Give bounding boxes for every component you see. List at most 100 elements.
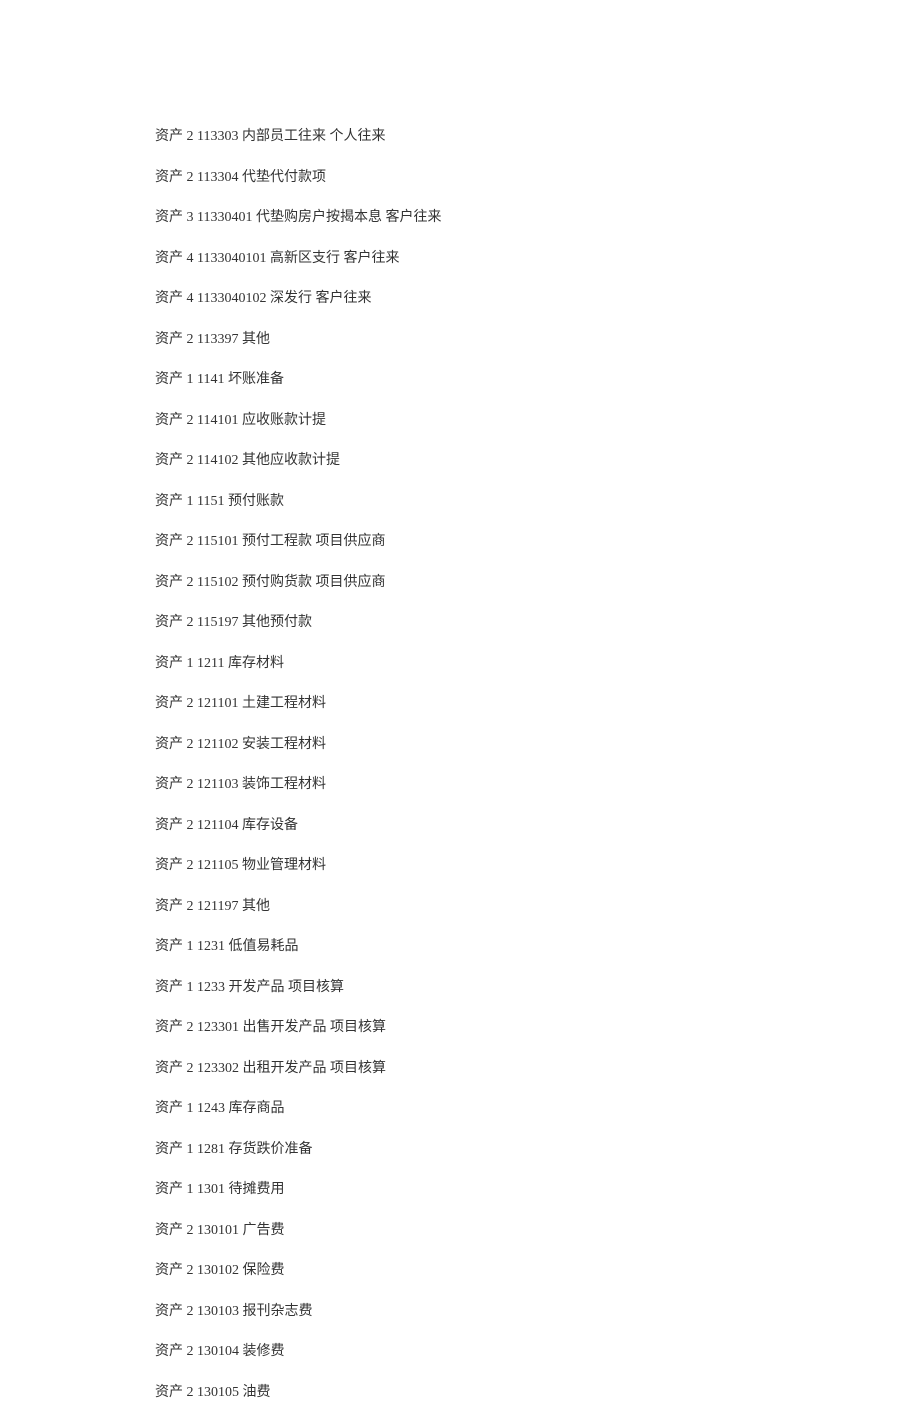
entry-code: 121103: [197, 777, 238, 792]
account-entry: 资产 2 121197 其他: [155, 900, 920, 914]
entry-level: 2: [187, 696, 194, 711]
entry-name: 内部员工往来: [242, 129, 326, 144]
entry-code: 11330401: [197, 210, 252, 225]
entry-level: 2: [187, 1061, 194, 1076]
entry-code: 121102: [197, 737, 238, 752]
entry-code: 1151: [197, 494, 224, 509]
entry-level: 1: [187, 372, 194, 387]
entry-name: 其他: [242, 899, 270, 914]
entry-level: 2: [187, 332, 194, 347]
entry-level: 2: [187, 1263, 194, 1278]
entry-level: 4: [187, 251, 194, 266]
entry-name: 库存设备: [242, 818, 298, 833]
entry-level: 2: [187, 858, 194, 873]
entry-code: 1243: [197, 1101, 225, 1116]
entry-aux: 个人往来: [329, 129, 385, 144]
entry-category: 资产: [155, 372, 183, 387]
entry-category: 资产: [155, 1344, 183, 1359]
entry-category: 资产: [155, 696, 183, 711]
entry-aux: 项目核算: [330, 1020, 386, 1035]
entry-level: 2: [187, 1385, 194, 1400]
account-entry: 资产 2 115102 预付购货款 项目供应商: [155, 576, 920, 590]
account-entry: 资产 1 1211 库存材料: [155, 657, 920, 671]
entry-level: 2: [187, 1344, 194, 1359]
entry-aux: 客户往来: [343, 251, 399, 266]
entry-code: 113304: [197, 170, 238, 185]
account-entry: 资产 2 113397 其他: [155, 333, 920, 347]
account-entry: 资产 2 130105 油费: [155, 1386, 920, 1400]
entry-code: 113303: [197, 129, 238, 144]
entry-code: 1231: [197, 939, 225, 954]
account-entry: 资产 2 114102 其他应收款计提: [155, 454, 920, 468]
entry-name: 广告费: [243, 1223, 285, 1238]
entry-code: 121101: [197, 696, 238, 711]
entry-category: 资产: [155, 575, 183, 590]
entry-name: 装饰工程材料: [242, 777, 326, 792]
entry-level: 2: [187, 1304, 194, 1319]
entry-code: 121197: [197, 899, 238, 914]
entry-level: 2: [187, 899, 194, 914]
account-entry: 资产 1 1243 库存商品: [155, 1102, 920, 1116]
entry-level: 2: [187, 413, 194, 428]
entry-code: 121104: [197, 818, 238, 833]
entry-name: 应收账款计提: [242, 413, 326, 428]
entry-name: 深发行: [270, 291, 312, 306]
entry-code: 130102: [197, 1263, 239, 1278]
entry-code: 1301: [197, 1182, 225, 1197]
account-entry: 资产 2 121101 土建工程材料: [155, 697, 920, 711]
entry-code: 114102: [197, 453, 238, 468]
account-entry: 资产 1 1151 预付账款: [155, 495, 920, 509]
entry-code: 121105: [197, 858, 238, 873]
entry-name: 存货跌价准备: [229, 1142, 313, 1157]
entry-category: 资产: [155, 534, 183, 549]
entry-category: 资产: [155, 210, 183, 225]
entry-category: 资产: [155, 1223, 183, 1238]
entry-level: 1: [187, 494, 194, 509]
account-entry: 资产 2 121102 安装工程材料: [155, 738, 920, 752]
entry-level: 1: [187, 656, 194, 671]
entry-name: 代垫代付款项: [242, 170, 326, 185]
entry-category: 资产: [155, 494, 183, 509]
entry-name: 其他应收款计提: [242, 453, 340, 468]
entry-code: 130103: [197, 1304, 239, 1319]
entry-level: 2: [187, 453, 194, 468]
account-entry: 资产 3 11330401 代垫购房户按揭本息 客户往来: [155, 211, 920, 225]
entry-level: 1: [187, 1182, 194, 1197]
entry-level: 2: [187, 575, 194, 590]
entry-level: 2: [187, 615, 194, 630]
account-entry: 资产 2 121103 装饰工程材料: [155, 778, 920, 792]
entry-code: 115102: [197, 575, 238, 590]
entry-code: 1133040101: [197, 251, 266, 266]
entry-category: 资产: [155, 980, 183, 995]
entry-code: 114101: [197, 413, 238, 428]
entry-level: 2: [187, 777, 194, 792]
entry-category: 资产: [155, 818, 183, 833]
entry-level: 2: [187, 818, 194, 833]
account-entry: 资产 2 121105 物业管理材料: [155, 859, 920, 873]
account-entry: 资产 2 123301 出售开发产品 项目核算: [155, 1021, 920, 1035]
account-entry: 资产 2 130102 保险费: [155, 1264, 920, 1278]
entry-level: 2: [187, 737, 194, 752]
entry-code: 1133040102: [197, 291, 266, 306]
entry-category: 资产: [155, 1263, 183, 1278]
entry-category: 资产: [155, 939, 183, 954]
entry-code: 1233: [197, 980, 225, 995]
entry-name: 其他预付款: [242, 615, 312, 630]
entry-aux: 项目供应商: [315, 534, 385, 549]
entry-name: 高新区支行: [270, 251, 340, 266]
entry-aux: 项目供应商: [315, 575, 385, 590]
account-entry: 资产 2 130103 报刊杂志费: [155, 1305, 920, 1319]
account-entry: 资产 2 113303 内部员工往来 个人往来: [155, 130, 920, 144]
entry-name: 预付购货款: [242, 575, 312, 590]
account-entry: 资产 2 130101 广告费: [155, 1224, 920, 1238]
entry-name: 土建工程材料: [242, 696, 326, 711]
entry-level: 2: [187, 129, 194, 144]
entry-name: 预付工程款: [242, 534, 312, 549]
entry-name: 其他: [242, 332, 270, 347]
entry-category: 资产: [155, 615, 183, 630]
entry-code: 113397: [197, 332, 238, 347]
entry-name: 开发产品: [229, 980, 285, 995]
entry-category: 资产: [155, 413, 183, 428]
account-list: 资产 2 113303 内部员工往来 个人往来资产 2 113304 代垫代付款…: [155, 130, 920, 1400]
entry-code: 123302: [197, 1061, 239, 1076]
